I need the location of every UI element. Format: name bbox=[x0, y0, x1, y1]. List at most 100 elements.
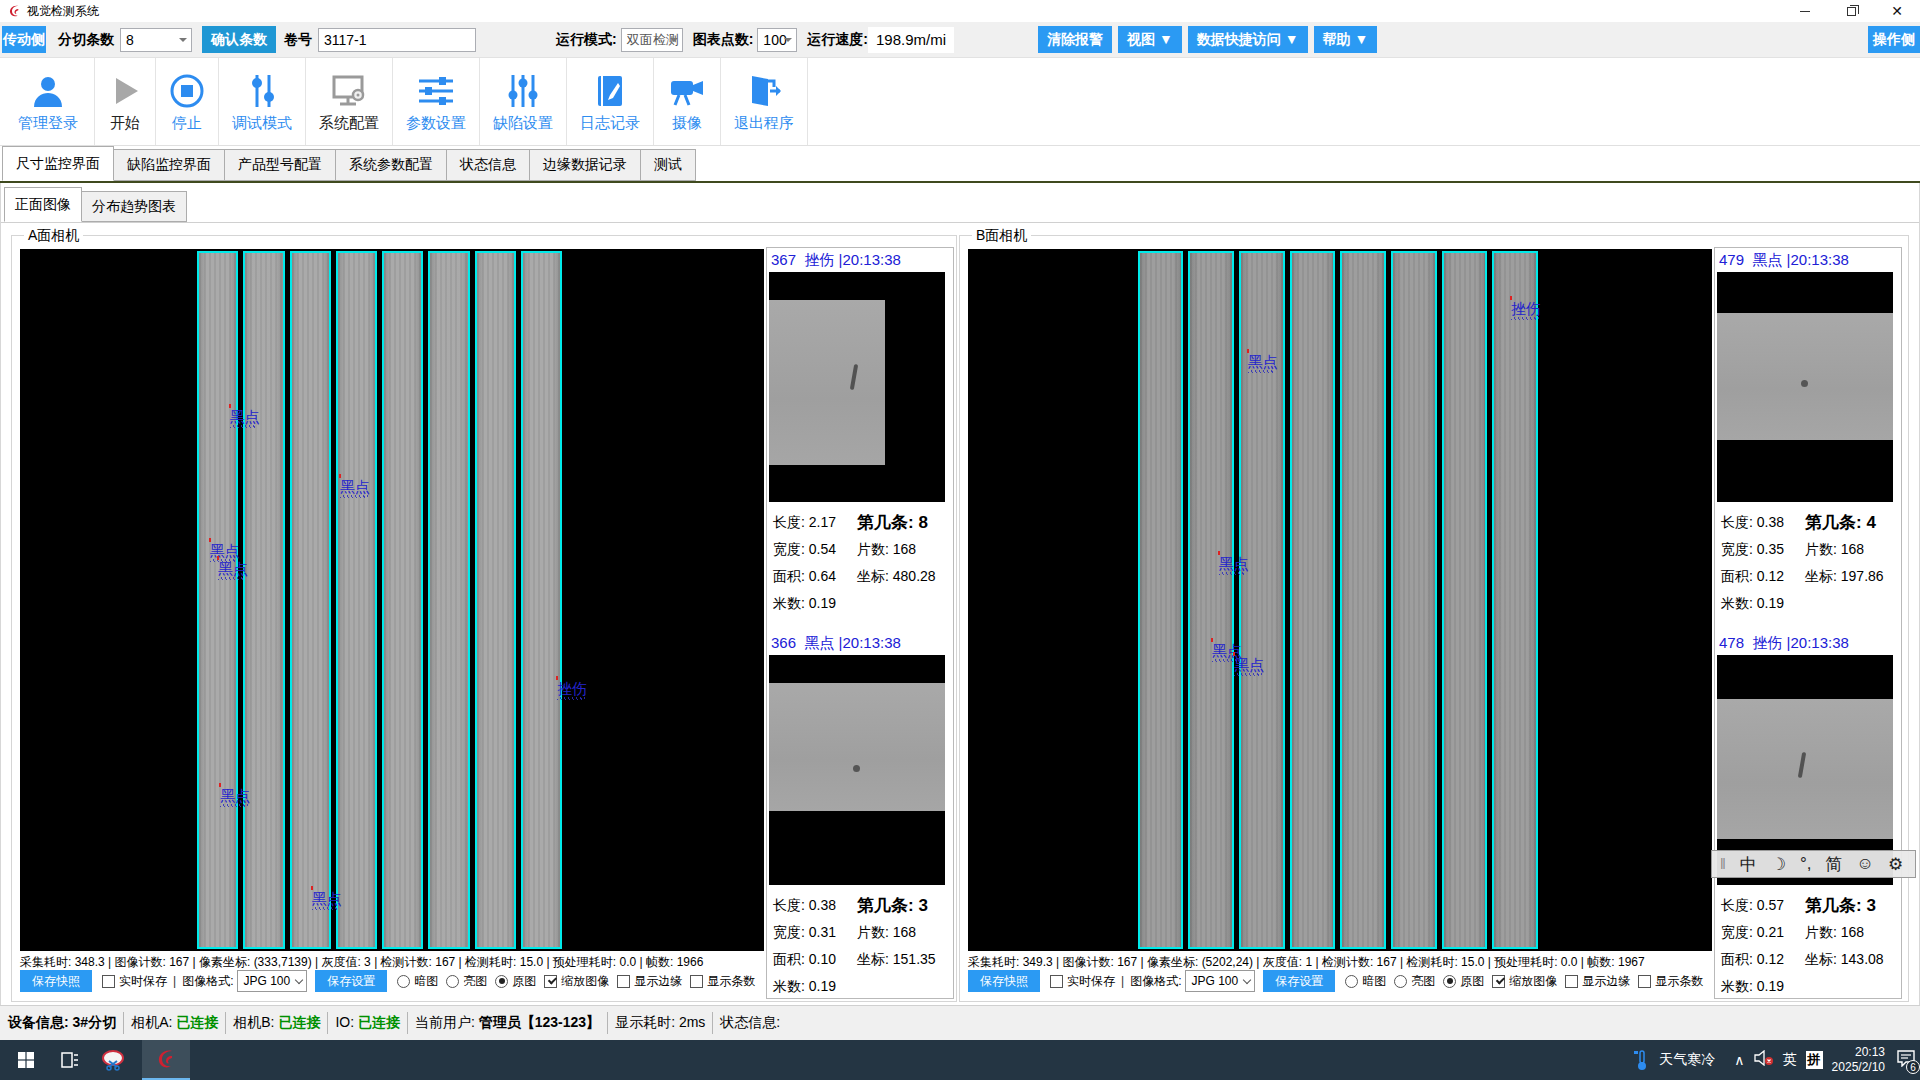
tab-test[interactable]: 测试 bbox=[640, 149, 696, 181]
show-edge-checkbox[interactable] bbox=[617, 975, 630, 988]
start-button[interactable]: 开始 bbox=[95, 58, 156, 145]
app-status-bar: 设备信息: 3#分切 相机A: 已连接 相机B: 已连接 IO: 已连接 当前用… bbox=[0, 1005, 1920, 1040]
drive-side-button[interactable]: 传动侧 bbox=[2, 26, 46, 53]
ime-indicator[interactable]: 拼 bbox=[1806, 1051, 1823, 1069]
defect-settings-button[interactable]: 缺陷设置 bbox=[480, 58, 567, 145]
notification-button[interactable]: 6 bbox=[1896, 1049, 1916, 1071]
param-settings-button[interactable]: 参数设置 bbox=[393, 58, 480, 145]
subtab-trend-chart[interactable]: 分布趋势图表 bbox=[81, 191, 187, 222]
capture-button[interactable]: 摄像 bbox=[654, 58, 721, 145]
exit-program-button[interactable]: 退出程序 bbox=[721, 58, 808, 145]
snipping-tool-icon bbox=[101, 1049, 127, 1071]
defect-thumbnail bbox=[1717, 272, 1893, 502]
save-snapshot-button[interactable]: 保存快照 bbox=[20, 970, 92, 992]
app-logo-icon bbox=[8, 4, 21, 18]
windows-logo-icon bbox=[18, 1052, 34, 1068]
realtime-save-checkbox[interactable] bbox=[102, 975, 115, 988]
stop-button[interactable]: 停止 bbox=[156, 58, 219, 145]
login-button[interactable]: 管理登录 bbox=[2, 58, 95, 145]
defect-label: 黑点 bbox=[312, 891, 342, 910]
start-button[interactable] bbox=[4, 1040, 48, 1080]
zoom-image-checkbox[interactable] bbox=[544, 975, 557, 988]
run-mode-combo[interactable]: 双面检测 bbox=[621, 28, 683, 52]
show-strips-checkbox[interactable] bbox=[1638, 975, 1651, 988]
simplified-chinese[interactable]: 简 bbox=[1826, 853, 1843, 876]
punctuation-mode-icon[interactable]: °, bbox=[1800, 854, 1812, 874]
film-strip bbox=[1442, 251, 1488, 949]
chart-points-combo[interactable]: 100 bbox=[757, 28, 797, 52]
run-mode-label: 运行模式: bbox=[556, 31, 617, 49]
tab-size-monitor[interactable]: 尺寸监控界面 bbox=[2, 146, 114, 181]
tab-product-model[interactable]: 产品型号配置 bbox=[224, 149, 336, 181]
data-quick-access-button[interactable]: 数据快捷访问 ▼ bbox=[1188, 26, 1308, 53]
view-menu-button[interactable]: 视图 ▼ bbox=[1118, 26, 1182, 53]
tab-status-info[interactable]: 状态信息 bbox=[446, 149, 530, 181]
system-config-button[interactable]: 系统配置 bbox=[306, 58, 393, 145]
defect-card: 366 黑点 |20:13:38 长度: 0.38第几条: 3 宽度: 0.31… bbox=[767, 631, 953, 1000]
save-snapshot-button[interactable]: 保存快照 bbox=[968, 970, 1040, 992]
taskbar-app-active[interactable] bbox=[142, 1040, 190, 1080]
debug-mode-button[interactable]: 调试模式 bbox=[219, 58, 306, 145]
original-image-radio[interactable] bbox=[1443, 975, 1456, 988]
roll-label: 卷号 bbox=[284, 31, 312, 49]
restore-button[interactable] bbox=[1828, 0, 1874, 22]
film-strip bbox=[243, 251, 284, 949]
film-strip bbox=[336, 251, 377, 949]
tab-defect-monitor[interactable]: 缺陷监控界面 bbox=[113, 149, 225, 181]
moon-icon[interactable]: ☽ bbox=[1771, 854, 1786, 875]
save-settings-button[interactable]: 保存设置 bbox=[315, 970, 387, 992]
tab-system-params[interactable]: 系统参数配置 bbox=[335, 149, 447, 181]
image-format-combo[interactable]: JPG 100 bbox=[1185, 970, 1255, 992]
show-strips-checkbox[interactable] bbox=[690, 975, 703, 988]
minimize-button[interactable] bbox=[1782, 0, 1828, 22]
ime-chinese-mode[interactable]: 中 bbox=[1740, 853, 1757, 876]
speaker-muted-icon[interactable] bbox=[1754, 1050, 1774, 1070]
param-sliders-icon bbox=[417, 70, 455, 112]
film-strip bbox=[1391, 251, 1437, 949]
log-record-button[interactable]: 日志记录 bbox=[567, 58, 654, 145]
operator-side-button[interactable]: 操作侧 bbox=[1868, 26, 1920, 53]
slit-count-combo[interactable]: 8 bbox=[120, 28, 192, 52]
ime-floating-bar[interactable]: ‖ 中 ☽ °, 简 ☺ ⚙ bbox=[1711, 850, 1916, 878]
dark-image-radio[interactable] bbox=[397, 975, 410, 988]
help-menu-button[interactable]: 帮助 ▼ bbox=[1314, 26, 1378, 53]
lang-indicator[interactable]: 英 bbox=[1783, 1051, 1797, 1069]
realtime-save-checkbox[interactable] bbox=[1050, 975, 1063, 988]
clear-alarm-button[interactable]: 清除报警 bbox=[1038, 26, 1112, 53]
zoom-image-checkbox[interactable] bbox=[1492, 975, 1505, 988]
dark-image-radio[interactable] bbox=[1345, 975, 1358, 988]
defect-label: 黑点 bbox=[340, 479, 370, 498]
title-bar: 视觉检测系统 ✕ bbox=[0, 0, 1920, 22]
roll-input[interactable]: 3117-1 bbox=[318, 28, 476, 52]
original-image-radio[interactable] bbox=[495, 975, 508, 988]
show-edge-checkbox[interactable] bbox=[1565, 975, 1578, 988]
weather-text[interactable]: 天气寒冷 bbox=[1659, 1051, 1715, 1069]
clock[interactable]: 20:13 2025/2/10 bbox=[1832, 1045, 1885, 1075]
snipping-tool-button[interactable] bbox=[92, 1040, 136, 1080]
save-settings-button[interactable]: 保存设置 bbox=[1263, 970, 1335, 992]
tray-expand-chevron[interactable]: ∧ bbox=[1734, 1052, 1744, 1068]
ime-drag-handle[interactable]: ‖ bbox=[1720, 856, 1726, 872]
task-view-button[interactable] bbox=[48, 1040, 92, 1080]
bright-image-radio[interactable] bbox=[446, 975, 459, 988]
smiley-icon[interactable]: ☺ bbox=[1857, 854, 1874, 874]
defect-label: 黑点 bbox=[218, 561, 248, 580]
tab-edge-data[interactable]: 边缘数据记录 bbox=[529, 149, 641, 181]
confirm-count-button[interactable]: 确认条数 bbox=[202, 26, 276, 53]
gear-icon[interactable]: ⚙ bbox=[1888, 854, 1903, 875]
debug-sliders-icon bbox=[244, 70, 280, 112]
image-format-combo[interactable]: JPG 100 bbox=[237, 970, 307, 992]
subtab-front-image[interactable]: 正面图像 bbox=[4, 187, 82, 222]
bright-image-radio[interactable] bbox=[1394, 975, 1407, 988]
icon-toolbar: 管理登录 开始 停止 调试模式 系统配置 参数设置 缺陷设置 日志记录 摄像 退… bbox=[0, 58, 1920, 146]
close-button[interactable]: ✕ bbox=[1874, 0, 1920, 22]
camera-b-defect-panel: 479 黑点 |20:13:38 长度: 0.38第几条: 4 宽度: 0.35… bbox=[1714, 247, 1902, 999]
film-strip bbox=[1188, 251, 1234, 949]
camera-a-image: 黑点黑点黑点黑点挫伤黑点黑点 bbox=[20, 249, 764, 951]
film-strip bbox=[382, 251, 423, 949]
play-icon bbox=[108, 70, 142, 112]
thermometer-icon[interactable] bbox=[1634, 1049, 1650, 1071]
film-strip bbox=[197, 251, 238, 949]
defect-label: 挫伤 bbox=[557, 681, 587, 700]
film-strip bbox=[1492, 251, 1538, 949]
